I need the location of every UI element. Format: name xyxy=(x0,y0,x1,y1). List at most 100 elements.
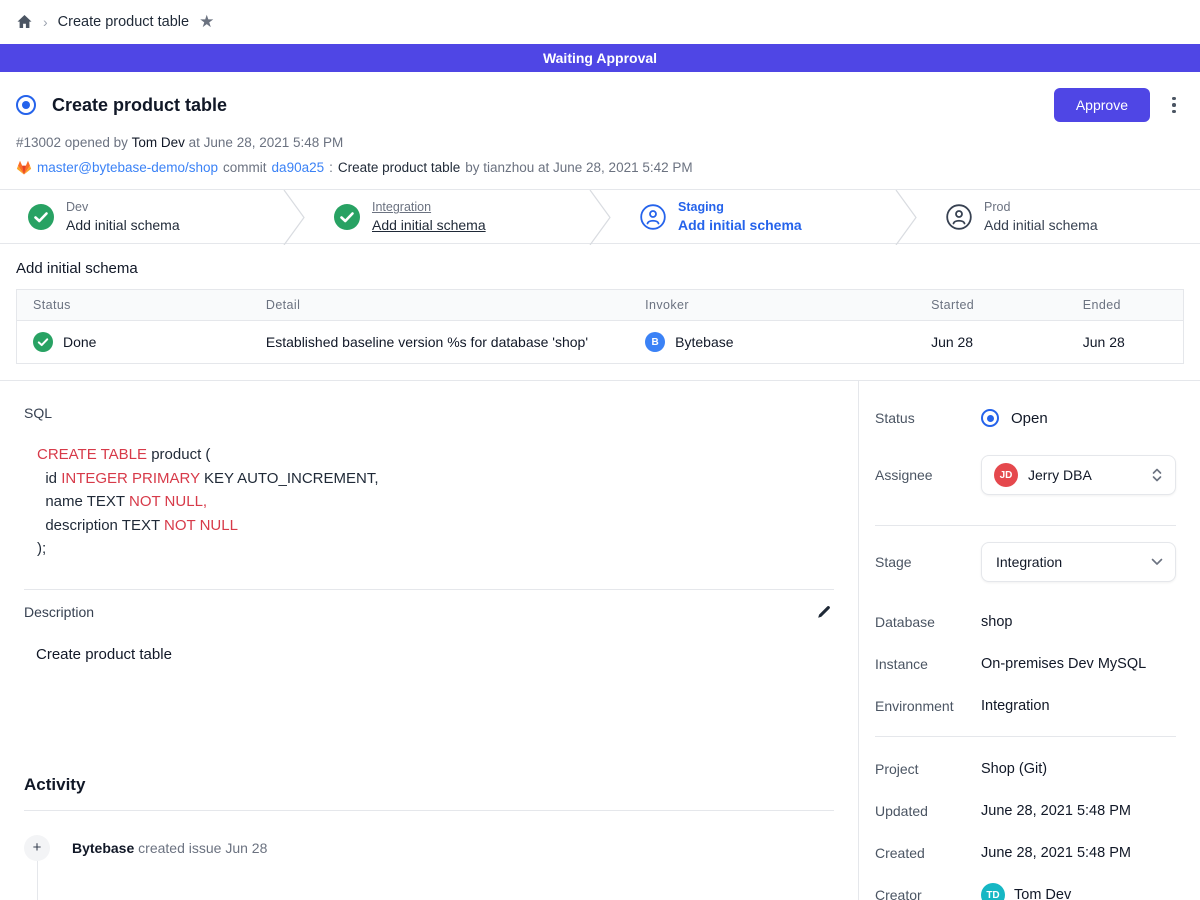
project-label: Project xyxy=(875,761,981,777)
column-header-status: Status xyxy=(17,290,250,321)
issue-open-icon xyxy=(16,95,36,115)
stage-prod[interactable]: Prod Add initial schema xyxy=(918,190,1200,243)
assignee-label: Assignee xyxy=(875,467,981,483)
creator-value: TD Tom Dev xyxy=(981,883,1071,900)
assignee-avatar: JD xyxy=(994,463,1018,487)
divider xyxy=(24,589,834,590)
stage-task-label: Add initial schema xyxy=(66,216,180,234)
activity-actor: Bytebase xyxy=(72,840,134,856)
task-started: Jun 28 xyxy=(915,321,1067,364)
activity-action: created issue Jun 28 xyxy=(138,840,267,856)
stage-integration[interactable]: Integration Add initial schema xyxy=(306,190,588,243)
status-banner: Waiting Approval xyxy=(0,44,1200,72)
divider xyxy=(875,525,1176,526)
task-invoker: Bytebase xyxy=(675,334,733,350)
updated-label: Updated xyxy=(875,803,981,819)
created-label: Created xyxy=(875,845,981,861)
issue-meta: #13002 opened by Tom Dev at June 28, 202… xyxy=(16,135,1184,150)
commit-hash-link[interactable]: da90a25 xyxy=(272,160,325,175)
assignee-select[interactable]: JD Jerry DBA xyxy=(981,455,1176,495)
instance-label: Instance xyxy=(875,656,981,672)
task-table: Status Detail Invoker Started Ended Done… xyxy=(16,289,1184,364)
description-text: Create product table xyxy=(24,646,834,663)
stage-select[interactable]: Integration xyxy=(981,542,1176,582)
commit-colon: : xyxy=(329,160,333,175)
commit-line: master@bytebase-demo/shop commit da90a25… xyxy=(16,160,1184,175)
breadcrumb: › Create product table ★ xyxy=(0,0,1200,44)
issue-meta-time: at June 28, 2021 5:48 PM xyxy=(189,135,344,150)
activity-heading: Activity xyxy=(24,775,834,795)
creator-name: Tom Dev xyxy=(1014,887,1071,900)
more-options-icon[interactable] xyxy=(1164,93,1184,118)
plus-icon: + xyxy=(24,835,50,861)
edit-pencil-icon[interactable] xyxy=(814,602,834,622)
task-detail: Established baseline version %s for data… xyxy=(250,321,629,364)
breadcrumb-page-title[interactable]: Create product table xyxy=(58,14,189,30)
issue-sidebar: Status Open Assignee JD Jerry DBA Stage … xyxy=(858,381,1200,900)
home-icon[interactable] xyxy=(16,14,33,30)
stage-env-label: Dev xyxy=(66,199,180,215)
stage-task-label: Add initial schema xyxy=(678,216,802,234)
environment-label: Environment xyxy=(875,698,981,714)
creator-label: Creator xyxy=(875,887,981,900)
chevron-down-icon xyxy=(1151,558,1163,566)
status-value: Open xyxy=(981,409,1048,427)
task-ended: Jun 28 xyxy=(1067,321,1184,364)
database-value: shop xyxy=(981,614,1012,630)
column-header-started: Started xyxy=(915,290,1067,321)
description-label: Description xyxy=(24,604,94,620)
stage-env-label: Prod xyxy=(984,199,1098,215)
stage-task-label: Add initial schema xyxy=(372,216,486,234)
up-down-chevron-icon xyxy=(1151,467,1163,483)
column-header-detail: Detail xyxy=(250,290,629,321)
environment-value: Integration xyxy=(981,698,1050,714)
check-circle-icon xyxy=(28,204,54,230)
column-header-ended: Ended xyxy=(1067,290,1184,321)
assignee-name: Jerry DBA xyxy=(1028,467,1151,483)
issue-meta-prefix: #13002 opened by xyxy=(16,135,128,150)
sql-label: SQL xyxy=(24,405,834,421)
sql-statement: CREATE TABLE product ( id INTEGER PRIMAR… xyxy=(24,443,834,561)
task-status: Done xyxy=(63,334,96,350)
created-value: June 28, 2021 5:48 PM xyxy=(981,845,1131,861)
divider xyxy=(24,810,834,811)
stage-separator xyxy=(894,190,918,245)
status-open-text: Open xyxy=(1011,410,1048,427)
approve-button[interactable]: Approve xyxy=(1054,88,1150,122)
check-circle-icon xyxy=(334,204,360,230)
check-circle-icon xyxy=(33,332,53,352)
stage-separator xyxy=(588,190,612,245)
star-icon[interactable]: ★ xyxy=(199,12,214,32)
stage-separator xyxy=(282,190,306,245)
stage-env-label: Integration xyxy=(372,199,486,215)
stage-dev[interactable]: Dev Add initial schema xyxy=(0,190,282,243)
person-circle-icon xyxy=(640,204,666,230)
stage-label: Stage xyxy=(875,554,981,570)
person-circle-icon xyxy=(946,204,972,230)
issue-author: Tom Dev xyxy=(132,135,185,150)
open-status-icon xyxy=(981,409,999,427)
commit-word: commit xyxy=(223,160,267,175)
divider xyxy=(875,736,1176,737)
issue-header: Create product table Approve #13002 open… xyxy=(0,72,1200,189)
branch-repo-link[interactable]: master@bytebase-demo/shop xyxy=(37,160,218,175)
pipeline-stage-bar: Dev Add initial schema Integration Add i… xyxy=(0,189,1200,244)
column-header-invoker: Invoker xyxy=(629,290,915,321)
invoker-avatar: B xyxy=(645,332,665,352)
issue-detail-pane: SQL CREATE TABLE product ( id INTEGER PR… xyxy=(0,381,858,900)
updated-value: June 28, 2021 5:48 PM xyxy=(981,803,1131,819)
task-heading: Add initial schema xyxy=(16,260,1184,277)
stage-selected: Integration xyxy=(996,554,1151,570)
table-row[interactable]: Done Established baseline version %s for… xyxy=(17,321,1184,364)
status-banner-text: Waiting Approval xyxy=(543,50,657,66)
project-value: Shop (Git) xyxy=(981,761,1047,777)
issue-title: Create product table xyxy=(52,95,227,116)
database-label: Database xyxy=(875,614,981,630)
commit-author-time: by tianzhou at June 28, 2021 5:42 PM xyxy=(465,160,692,175)
stage-staging[interactable]: Staging Add initial schema xyxy=(612,190,894,243)
timeline-connector xyxy=(37,861,39,900)
activity-item: + Bytebase created issue Jun 28 xyxy=(24,835,834,861)
creator-avatar: TD xyxy=(981,883,1005,900)
chevron-right-icon: › xyxy=(43,14,48,30)
instance-value: On-premises Dev MySQL xyxy=(981,656,1146,672)
